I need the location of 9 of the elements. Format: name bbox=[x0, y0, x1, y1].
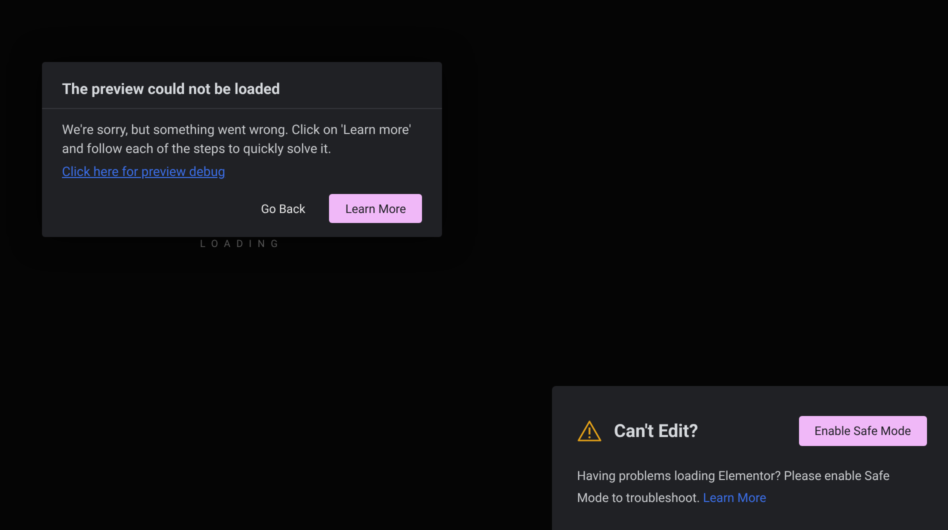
go-back-button[interactable]: Go Back bbox=[244, 194, 322, 223]
learn-more-button[interactable]: Learn More bbox=[329, 194, 422, 223]
safe-mode-message: Having problems loading Elementor? Please enable Safe Mode to troubleshoot. Learn More bbox=[577, 468, 891, 508]
dialog-title: The preview could not be loaded bbox=[62, 80, 281, 98]
safe-mode-title: Can't Edit? bbox=[614, 420, 698, 444]
warning-icon bbox=[577, 420, 602, 442]
dialog-message: We're sorry, but something went wrong. Click on 'Learn more' and follow each of the steps to quickly solve it. bbox=[62, 122, 412, 159]
loading-text: LOADING bbox=[200, 239, 284, 250]
enable-safe-mode-button[interactable]: Enable Safe Mode bbox=[798, 416, 927, 446]
